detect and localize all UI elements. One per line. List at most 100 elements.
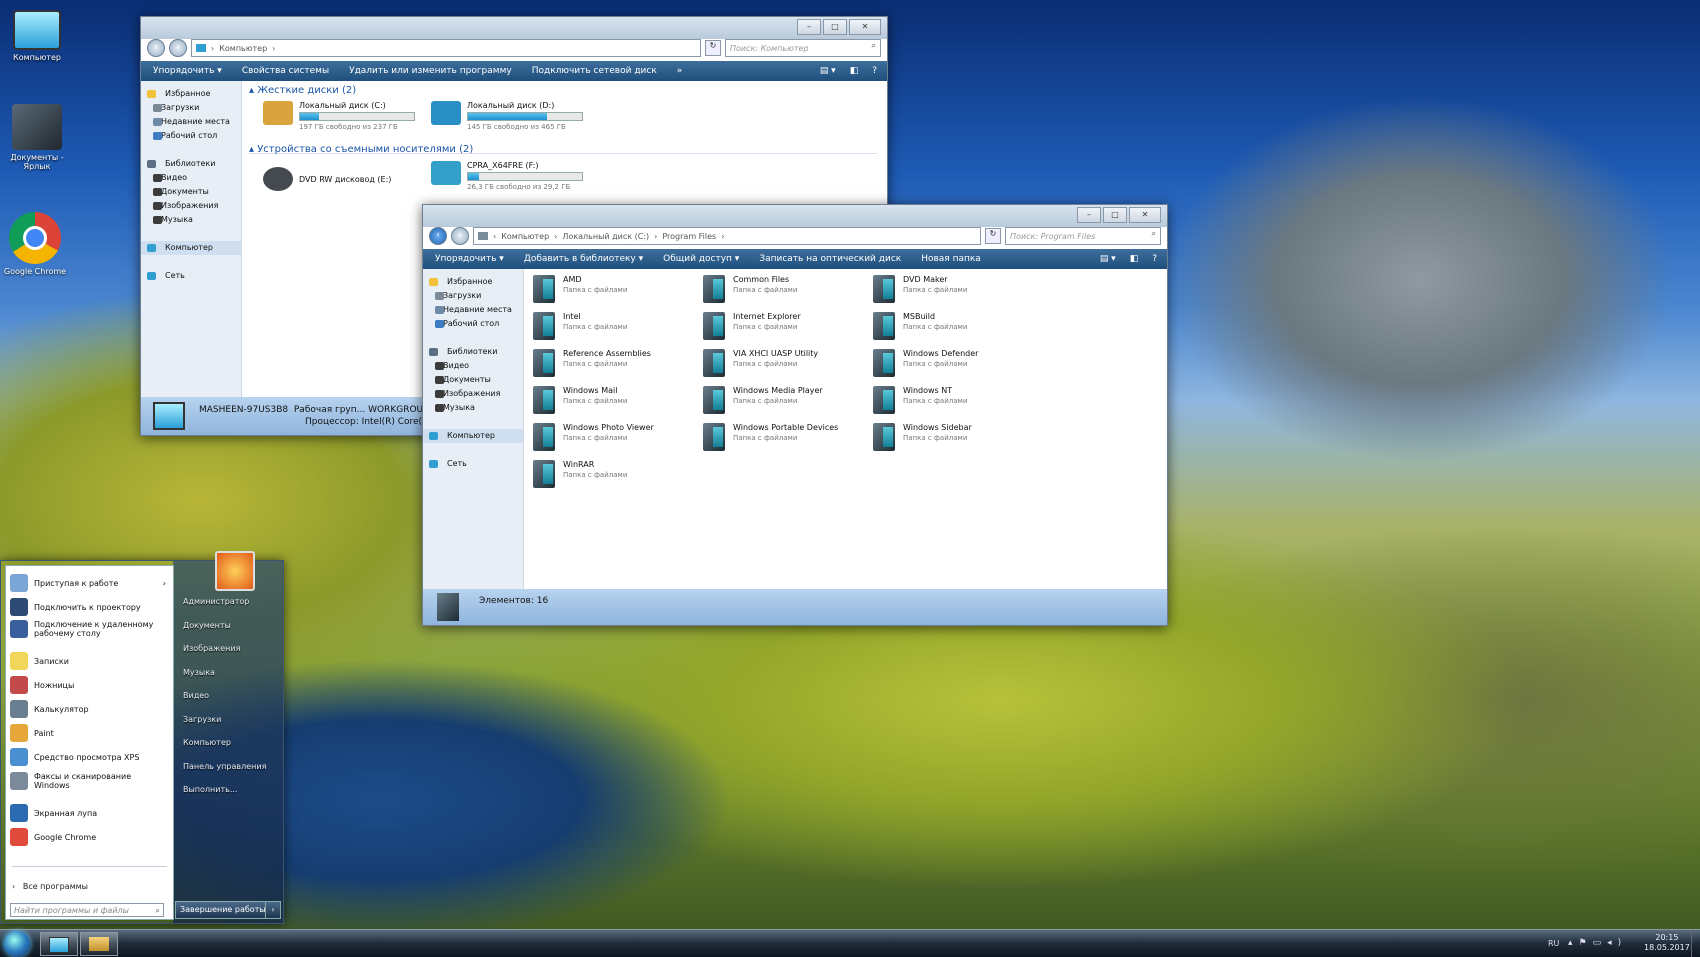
address-box[interactable]: › Компьютер › Локальный диск (C:) › Prog… xyxy=(473,227,981,245)
drive-e[interactable]: DVD RW дисковод (E:) xyxy=(263,167,391,191)
nav-item[interactable]: Сеть xyxy=(141,269,241,283)
folder-item[interactable]: Windows Sidebar Папка с файлами xyxy=(873,423,1023,451)
start-menu-item[interactable]: Средство просмотра XPS xyxy=(10,748,166,766)
language-indicator[interactable]: RU xyxy=(1548,939,1559,948)
nav-item[interactable]: Музыка xyxy=(141,213,241,227)
taskbar-explorer-button[interactable] xyxy=(40,932,78,956)
shutdown-options-button[interactable]: › xyxy=(265,901,281,919)
show-desktop-button[interactable] xyxy=(1691,930,1700,957)
all-programs-button[interactable]: › Все программы xyxy=(12,882,88,891)
burn-button[interactable]: Записать на оптический диск xyxy=(759,254,901,264)
flag-icon[interactable]: ⚑ xyxy=(1579,938,1593,948)
desktop-icon-documents[interactable]: Документы - Ярлык xyxy=(2,104,72,171)
preview-pane-icon[interactable]: ◧ xyxy=(850,66,859,76)
folder-item[interactable]: Windows Defender Папка с файлами xyxy=(873,349,1023,377)
breadcrumb-item[interactable]: Компьютер xyxy=(219,44,267,53)
share-with-button[interactable]: Общий доступ ▾ xyxy=(663,254,739,264)
drive-d[interactable]: Локальный диск (D:) 145 ГБ свободно из 4… xyxy=(431,101,583,131)
folder-item[interactable]: Intel Папка с файлами xyxy=(533,312,683,340)
start-search-input[interactable]: Найти программы и файлы ⌕ xyxy=(10,903,164,917)
more-commands-button[interactable]: » xyxy=(677,66,683,76)
nav-item[interactable]: Рабочий стол xyxy=(141,129,241,143)
nav-item[interactable]: Компьютер xyxy=(141,241,241,255)
start-menu-item[interactable]: Записки xyxy=(10,652,166,670)
breadcrumb-item[interactable]: Локальный диск (C:) xyxy=(562,232,649,241)
nav-item[interactable]: Документы xyxy=(423,373,523,387)
minimize-button[interactable]: – xyxy=(1077,207,1101,223)
search-icon[interactable]: ⌕ xyxy=(1152,229,1156,239)
refresh-icon[interactable]: ↻ xyxy=(705,40,721,56)
include-in-library-button[interactable]: Добавить в библиотеку ▾ xyxy=(524,254,643,264)
maximize-button[interactable]: □ xyxy=(1103,207,1127,223)
nav-item[interactable]: Библиотеки xyxy=(423,345,523,359)
nav-item[interactable]: Документы xyxy=(141,185,241,199)
maximize-button[interactable]: □ xyxy=(823,19,847,35)
folder-item[interactable]: WinRAR Папка с файлами xyxy=(533,460,683,488)
start-menu-link[interactable]: Компьютер xyxy=(183,738,231,747)
back-button[interactable]: ‹ xyxy=(147,39,165,57)
nav-item[interactable]: Недавние места xyxy=(423,303,523,317)
view-options-icon[interactable]: ▤ ▾ xyxy=(820,66,836,76)
start-menu-item[interactable]: Подключить к проектору xyxy=(10,598,166,616)
start-menu-link[interactable]: Изображения xyxy=(183,644,240,653)
title-bar[interactable]: – □ ✕ xyxy=(423,205,1167,227)
folder-item[interactable]: Internet Explorer Папка с файлами xyxy=(703,312,853,340)
folder-item[interactable]: Reference Assemblies Папка с файлами xyxy=(533,349,683,377)
volume-icon[interactable]: ◂) xyxy=(1607,938,1627,948)
nav-item[interactable]: Изображения xyxy=(141,199,241,213)
nav-item[interactable]: Компьютер xyxy=(423,429,523,443)
start-menu-item[interactable]: Калькулятор xyxy=(10,700,166,718)
folder-item[interactable]: AMD Папка с файлами xyxy=(533,275,683,303)
start-menu-item[interactable]: Экранная лупа xyxy=(10,804,166,822)
folder-item[interactable]: Windows Photo Viewer Папка с файлами xyxy=(533,423,683,451)
view-options-icon[interactable]: ▤ ▾ xyxy=(1100,254,1116,264)
nav-item[interactable]: Рабочий стол xyxy=(423,317,523,331)
shutdown-button[interactable]: Завершение работы xyxy=(175,901,267,919)
show-hidden-icons[interactable]: ▴ xyxy=(1568,938,1579,948)
start-menu-item[interactable]: Paint xyxy=(10,724,166,742)
network-icon[interactable]: ▭ xyxy=(1593,938,1608,948)
taskbar-folder-button[interactable] xyxy=(80,932,118,956)
folder-item[interactable]: Windows Mail Папка с файлами xyxy=(533,386,683,414)
nav-item[interactable]: Видео xyxy=(423,359,523,373)
breadcrumb-item[interactable]: Компьютер xyxy=(501,232,549,241)
minimize-button[interactable]: – xyxy=(797,19,821,35)
start-menu-item[interactable]: Ножницы xyxy=(10,676,166,694)
group-removable-devices[interactable]: ▴ Устройства со съемными носителями (2) xyxy=(249,144,473,155)
folder-item[interactable]: DVD Maker Папка с файлами xyxy=(873,275,1023,303)
back-button[interactable]: ‹ xyxy=(429,227,447,245)
folder-item[interactable]: Windows Portable Devices Папка с файлами xyxy=(703,423,853,451)
organize-button[interactable]: Упорядочить ▾ xyxy=(435,254,504,264)
folder-item[interactable]: Windows Media Player Папка с файлами xyxy=(703,386,853,414)
start-menu-link[interactable]: Выполнить... xyxy=(183,785,237,794)
drive-c[interactable]: Локальный диск (C:) 197 ГБ свободно из 2… xyxy=(263,101,415,131)
nav-item[interactable]: Сеть xyxy=(423,457,523,471)
address-box[interactable]: › Компьютер › xyxy=(191,39,701,57)
search-input[interactable]: Поиск: Компьютер ⌕ xyxy=(725,39,881,57)
user-picture[interactable] xyxy=(215,551,255,591)
search-icon[interactable]: ⌕ xyxy=(872,41,876,51)
uninstall-program-button[interactable]: Удалить или изменить программу xyxy=(349,66,512,76)
clock[interactable]: 20:15 18.05.2017 xyxy=(1644,933,1690,953)
help-icon[interactable]: ? xyxy=(872,66,877,76)
folder-item[interactable]: Windows NT Папка с файлами xyxy=(873,386,1023,414)
start-menu-item[interactable]: Подключение к удаленному рабочему столу xyxy=(10,620,166,638)
help-icon[interactable]: ? xyxy=(1152,254,1157,264)
forward-button[interactable]: › xyxy=(451,227,469,245)
forward-button[interactable]: › xyxy=(169,39,187,57)
search-input[interactable]: Поиск: Program Files ⌕ xyxy=(1005,227,1161,245)
group-hard-drives[interactable]: ▴ Жесткие диски (2) xyxy=(249,85,356,96)
nav-item[interactable]: Видео xyxy=(141,171,241,185)
nav-item[interactable]: Изображения xyxy=(423,387,523,401)
desktop-icon-chrome[interactable]: Google Chrome xyxy=(0,212,70,276)
start-menu-item[interactable]: Google Chrome xyxy=(10,828,166,846)
start-menu-item[interactable]: Приступая к работе › xyxy=(10,574,166,592)
nav-item[interactable]: Библиотеки xyxy=(141,157,241,171)
close-button[interactable]: ✕ xyxy=(849,19,881,35)
start-menu-link[interactable]: Загрузки xyxy=(183,715,221,724)
start-menu-link[interactable]: Документы xyxy=(183,621,231,630)
breadcrumb-item[interactable]: Program Files xyxy=(662,232,716,241)
nav-item[interactable]: Избранное xyxy=(423,275,523,289)
start-menu-link[interactable]: Администратор xyxy=(183,597,249,606)
folder-item[interactable]: VIA XHCI UASP Utility Папка с файлами xyxy=(703,349,853,377)
